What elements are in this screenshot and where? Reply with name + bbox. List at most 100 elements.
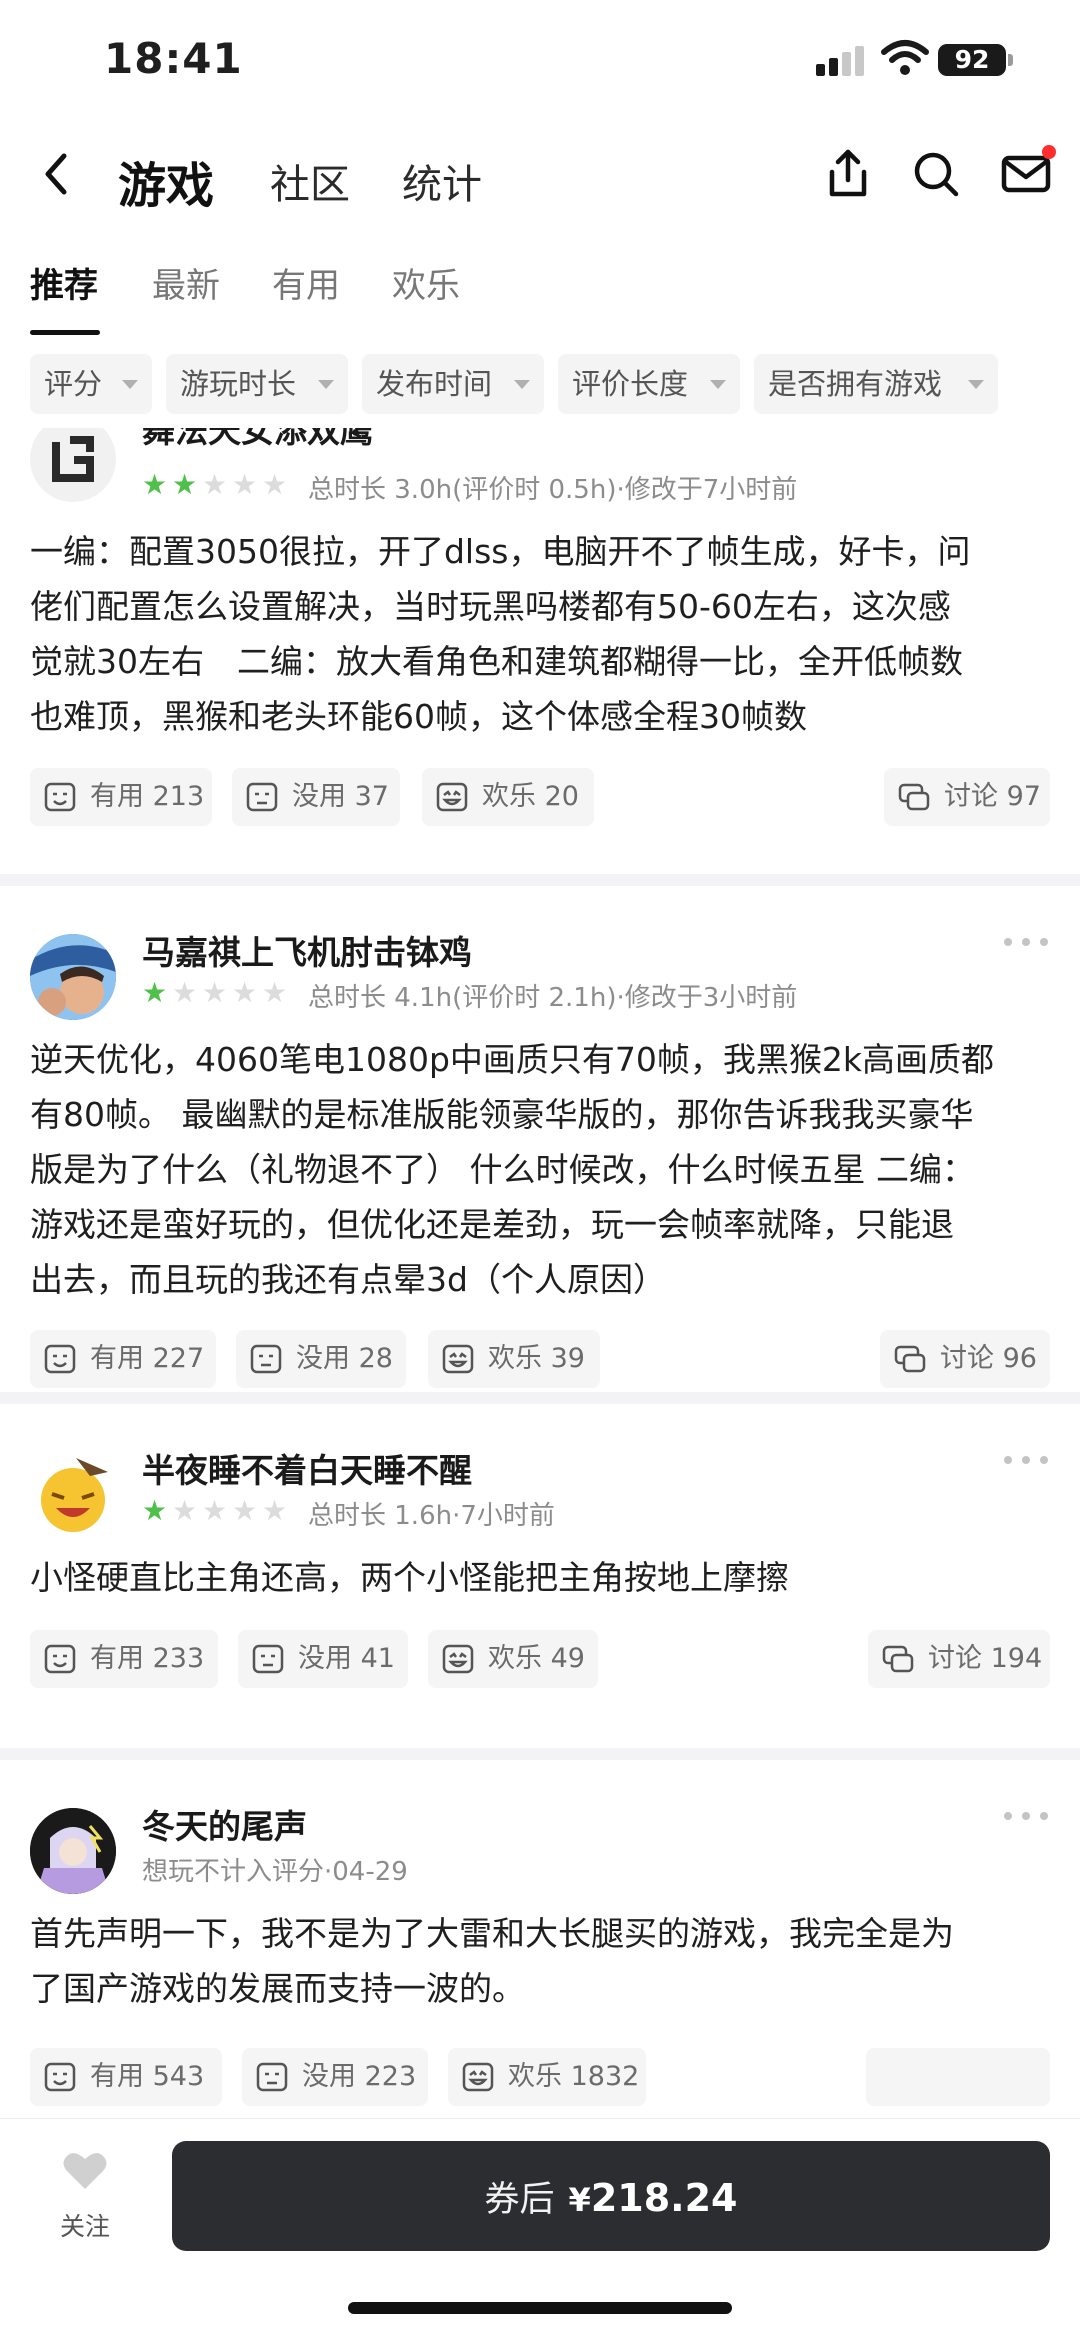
funny-button[interactable]: 欢乐 39: [428, 1330, 600, 1388]
funny-face-icon: [462, 2062, 494, 2092]
review-text[interactable]: 小怪硬直比主角还高，两个小怪能把主角按地上摩擦: [30, 1550, 1050, 1605]
tab-community[interactable]: 社区: [270, 152, 350, 210]
home-indicator[interactable]: [348, 2302, 732, 2314]
discuss-icon: [882, 1645, 914, 1673]
filter-publish-time[interactable]: 发布时间: [362, 354, 544, 414]
useless-face-icon: [250, 1344, 282, 1374]
sort-tabs: 推荐 最新 有用 欢乐: [0, 250, 1080, 340]
useless-face-icon: [246, 782, 278, 812]
review-meta: 总时长 3.0h(评价时 0.5h)·修改于7小时前: [308, 475, 798, 505]
funny-button[interactable]: 欢乐 49: [428, 1630, 598, 1688]
notification-dot: [1042, 145, 1056, 159]
username[interactable]: 马嘉祺上飞机肘击钵鸡: [142, 926, 472, 974]
filter-label: 评价长度: [572, 367, 689, 401]
discuss-button[interactable]: 讨论 194: [868, 1630, 1050, 1688]
useless-face-icon: [256, 2062, 288, 2092]
filter-playtime[interactable]: 游玩时长: [166, 354, 348, 414]
review-card: 马嘉祺上飞机肘击钵鸡 ★ ★ ★ ★ ★ 总时长 4.1h(评价时 2.1h)·修改于3…: [0, 886, 1080, 1392]
status-bar: 18:41 92: [0, 0, 1080, 120]
page-title[interactable]: 游戏: [118, 146, 214, 216]
follow-button[interactable]: 关注: [40, 2141, 130, 2241]
funny-face-icon: [442, 1644, 474, 1674]
price: 218.24: [590, 2176, 738, 2220]
review-text[interactable]: 一编：配置3050很拉，开了dlss，电脑开不了帧生成，好卡，问 佬们配置怎么设…: [30, 524, 1050, 744]
filter-owns-game[interactable]: 是否拥有游戏: [754, 354, 998, 414]
filter-label: 游玩时长: [180, 367, 297, 401]
caret-down-icon: [710, 380, 726, 389]
avatar[interactable]: [30, 934, 116, 1020]
username[interactable]: 舞法天女添双鹰: [142, 428, 373, 452]
useful-button[interactable]: 有用 213: [30, 768, 212, 826]
username[interactable]: 冬天的尾声: [142, 1800, 307, 1848]
funny-button[interactable]: 欢乐 20: [422, 768, 594, 826]
funny-face-icon: [442, 1344, 474, 1374]
discuss-icon: [898, 783, 930, 811]
top-nav: 游戏 社区 统计: [0, 130, 1080, 220]
useful-face-icon: [44, 1344, 76, 1374]
review-card: 半夜睡不着白天睡不醒 ★ ★ ★ ★ ★ 总时长 1.6h·7小时前 小怪硬直比主角还高…: [0, 1404, 1080, 1704]
avatar[interactable]: [30, 428, 116, 502]
useful-face-icon: [44, 2062, 76, 2092]
useless-button[interactable]: 没用 37: [232, 768, 400, 826]
coupon-label: 券后: [484, 2180, 555, 2220]
tab-recommended[interactable]: 推荐: [30, 258, 98, 307]
rating-stars: ★ ★ ★ ★ ★: [142, 976, 288, 1009]
more-options-icon[interactable]: [1004, 1450, 1048, 1470]
active-tab-indicator: [30, 330, 100, 335]
more-options-icon[interactable]: [1004, 932, 1048, 952]
review-meta: 想玩不计入评分·04-29: [142, 1857, 408, 1887]
buy-button[interactable]: 券后 ¥218.24: [172, 2141, 1050, 2251]
caret-down-icon: [514, 380, 530, 389]
username[interactable]: 半夜睡不着白天睡不醒: [142, 1444, 472, 1492]
filter-rating[interactable]: 评分: [30, 354, 152, 414]
divider: [0, 1392, 1080, 1404]
useless-face-icon: [252, 1644, 284, 1674]
battery-tip: [1008, 54, 1013, 66]
review-card: 冬天的尾声 想玩不计入评分·04-29 首先声明一下，我不是为了大雷和大长腿买的…: [0, 1760, 1080, 2118]
tab-stats[interactable]: 统计: [402, 152, 482, 210]
review-text[interactable]: 逆天优化，4060笔电1080p中画质只有70帧，我黑猴2k高画质都 有80帧。…: [30, 1032, 1050, 1307]
review-meta: 总时长 4.1h(评价时 2.1h)·修改于3小时前: [308, 983, 798, 1013]
rating-stars: ★ ★ ★ ★ ★: [142, 1494, 288, 1527]
wifi-icon: [881, 40, 929, 75]
caret-down-icon: [318, 380, 334, 389]
tab-funny[interactable]: 欢乐: [392, 258, 460, 307]
discuss-button[interactable]: [866, 2048, 1050, 2106]
useful-face-icon: [44, 1644, 76, 1674]
review-text[interactable]: 首先声明一下，我不是为了大雷和大长腿买的游戏，我完全是为 了国产游戏的发展而支持…: [30, 1906, 1050, 2016]
filter-label: 发布时间: [376, 367, 493, 401]
caret-down-icon: [122, 380, 138, 389]
back-arrow-icon[interactable]: [28, 144, 88, 204]
cellular-signal-icon: [816, 44, 868, 76]
filter-bar: 评分 游玩时长 发布时间 评价长度 是否拥有游戏: [0, 354, 1080, 418]
useful-button[interactable]: 有用 233: [30, 1630, 218, 1688]
tab-useful[interactable]: 有用: [272, 258, 340, 307]
useful-button[interactable]: 有用 227: [30, 1330, 216, 1388]
divider: [0, 874, 1080, 886]
useful-face-icon: [44, 782, 76, 812]
review-feed[interactable]: 舞法天女添双鹰 ★ ★ ★ ★ ★ 总时长 3.0h(评价时 0.5h)·修改于7小时前…: [0, 428, 1080, 2118]
discuss-icon: [894, 1345, 926, 1373]
status-time: 18:41: [104, 34, 243, 83]
useful-button[interactable]: 有用 543: [30, 2048, 222, 2106]
more-options-icon[interactable]: [1004, 1806, 1048, 1826]
review-card: 舞法天女添双鹰 ★ ★ ★ ★ ★ 总时长 3.0h(评价时 0.5h)·修改于7小时前…: [0, 428, 1080, 874]
heart-icon: [63, 2153, 107, 2189]
funny-button[interactable]: 欢乐 1832: [448, 2048, 646, 2106]
useless-button[interactable]: 没用 28: [236, 1330, 406, 1388]
share-icon[interactable]: [818, 144, 878, 204]
battery-icon: 92: [938, 44, 1006, 76]
avatar[interactable]: [30, 1452, 116, 1538]
follow-label: 关注: [59, 2212, 110, 2241]
useless-button[interactable]: 没用 223: [242, 2048, 428, 2106]
discuss-button[interactable]: 讨论 97: [884, 768, 1050, 826]
filter-label: 是否拥有游戏: [768, 367, 943, 401]
search-icon[interactable]: [906, 144, 966, 204]
caret-down-icon: [968, 380, 984, 389]
tab-latest[interactable]: 最新: [152, 258, 220, 307]
avatar[interactable]: [30, 1808, 116, 1894]
discuss-button[interactable]: 讨论 96: [880, 1330, 1050, 1388]
useless-button[interactable]: 没用 41: [238, 1630, 408, 1688]
filter-review-length[interactable]: 评价长度: [558, 354, 740, 414]
review-meta: 总时长 1.6h·7小时前: [308, 1501, 555, 1531]
